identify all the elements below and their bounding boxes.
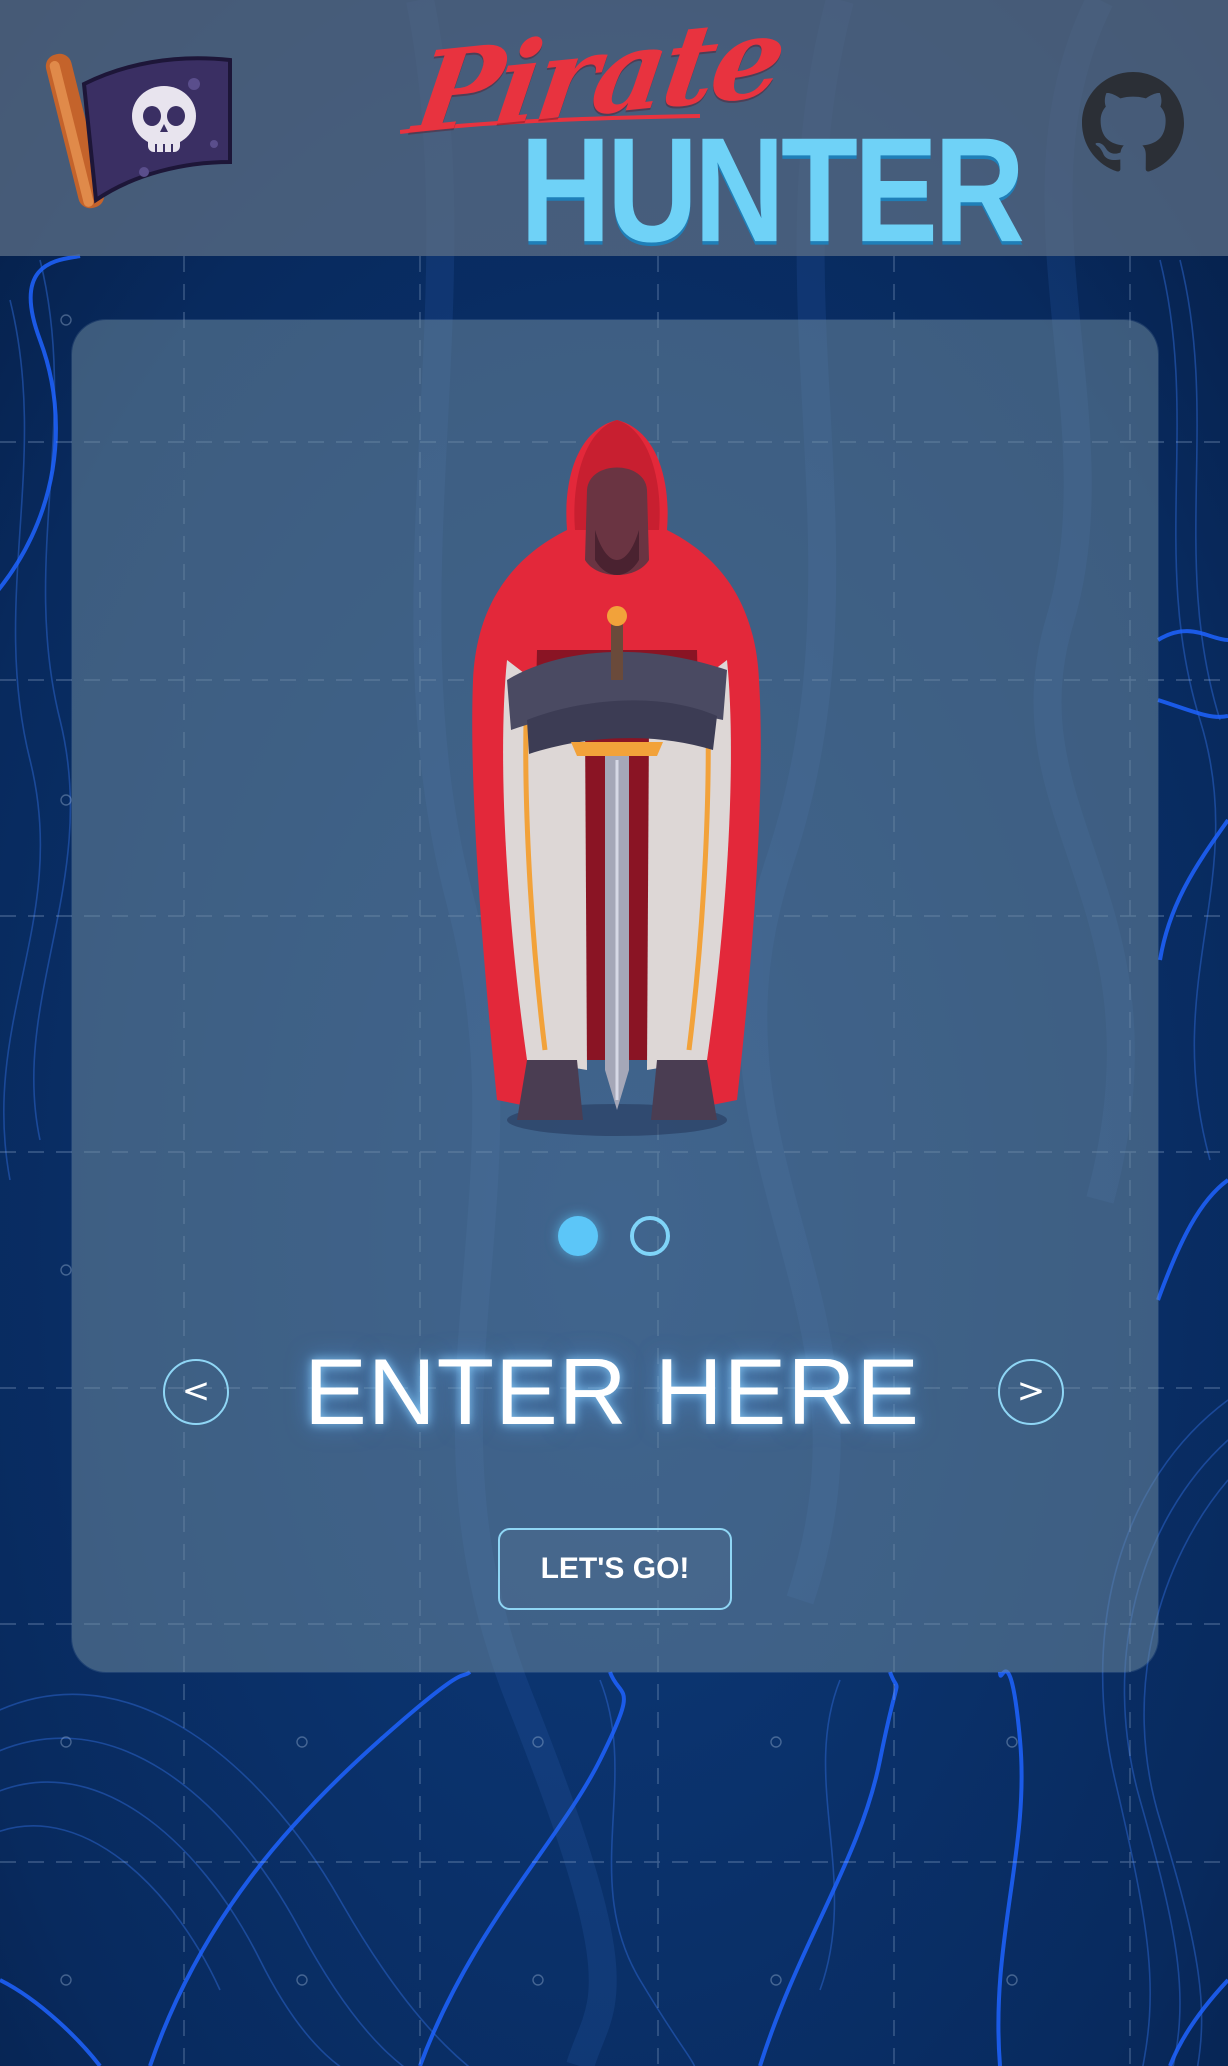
next-slide-button[interactable]: > bbox=[998, 1359, 1064, 1425]
character-knight-image bbox=[472, 420, 761, 1136]
carousel-dot-2[interactable] bbox=[630, 1216, 670, 1256]
github-icon[interactable] bbox=[1082, 72, 1184, 174]
pirate-flag-icon[interactable] bbox=[44, 44, 234, 214]
carousel-dot-1[interactable] bbox=[558, 1216, 598, 1256]
brand-title-block: HUNTER bbox=[520, 106, 1025, 273]
app-header: Pirate HUNTER bbox=[0, 0, 1228, 264]
character-select-card: < ENTER HERE > LET'S GO! bbox=[72, 320, 1158, 1672]
carousel-pagination bbox=[558, 1216, 678, 1260]
previous-slide-button[interactable]: < bbox=[163, 1359, 229, 1425]
enter-title: ENTER HERE bbox=[304, 1339, 920, 1444]
app-logo: Pirate HUNTER bbox=[390, 0, 1025, 264]
lets-go-button[interactable]: LET'S GO! bbox=[498, 1528, 732, 1610]
